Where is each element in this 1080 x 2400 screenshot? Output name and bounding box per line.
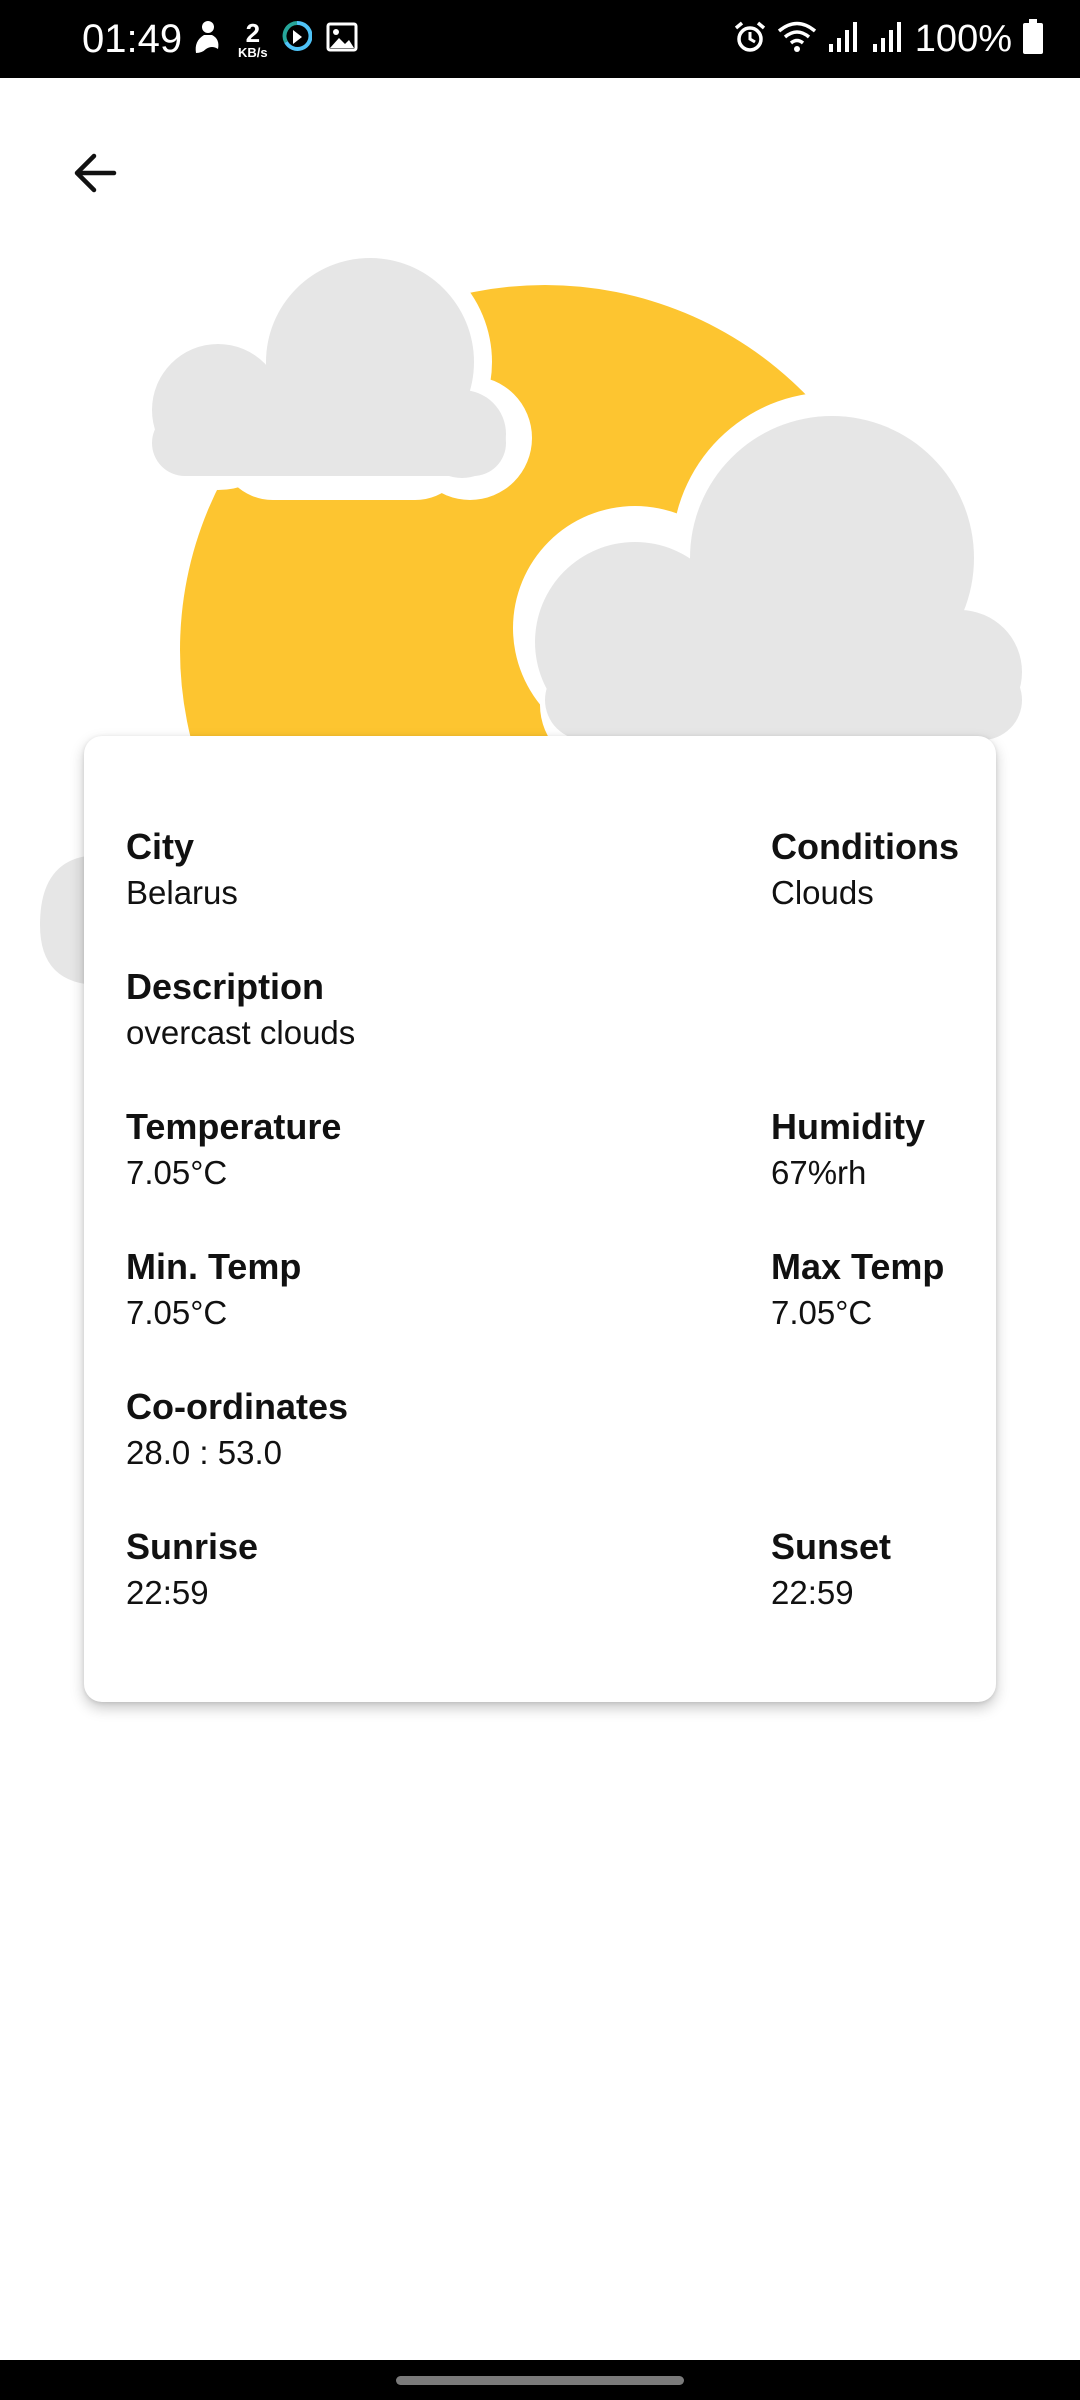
wifi-icon <box>777 20 817 59</box>
temperature-label: Temperature <box>126 1106 342 1147</box>
weather-info-card: City Belarus Conditions Clouds Descripti… <box>84 736 996 1702</box>
sunrise-value: 22:59 <box>126 1574 209 1611</box>
description-label: Description <box>126 966 325 1007</box>
status-system-icons: 100% <box>733 14 1044 64</box>
temperature-field: Temperature 7.05°C <box>126 1104 341 1196</box>
humidity-field: Humidity 67%rh <box>771 1104 925 1196</box>
sunrise-field: Sunrise 22:59 <box>126 1524 258 1616</box>
conditions-label: Conditions <box>771 826 959 867</box>
description-field: Description overcast clouds <box>126 964 355 1056</box>
coordinates-label: Co-ordinates <box>126 1386 349 1427</box>
battery-icon <box>1022 18 1044 60</box>
status-bar: 01:49 2 KB/s 100% <box>0 0 1080 78</box>
weather-detail-screen: 01:49 2 KB/s 100% City Belarus Condition… <box>0 0 1080 2400</box>
sun-behind-clouds-icon <box>40 240 1060 1015</box>
net-speed-unit: KB/s <box>238 44 268 60</box>
net-speed-value: 2 <box>245 17 261 48</box>
coordinates-field: Co-ordinates 28.0 : 53.0 <box>126 1384 348 1476</box>
humidity-label: Humidity <box>771 1106 926 1147</box>
gallery-icon <box>326 22 358 57</box>
navigation-bar <box>0 2360 1080 2400</box>
conditions-value: Clouds <box>771 874 874 911</box>
max-temp-value: 7.05°C <box>771 1294 873 1331</box>
sunset-field: Sunset 22:59 <box>771 1524 891 1616</box>
arrow-back-icon <box>70 148 120 203</box>
sunset-value: 22:59 <box>771 1574 854 1611</box>
city-value: Belarus <box>126 874 238 911</box>
signal-icon <box>871 20 905 59</box>
sync-app-icon <box>282 20 313 59</box>
home-indicator[interactable] <box>396 2376 684 2385</box>
min-temp-value: 7.05°C <box>126 1294 228 1331</box>
weather-illustration <box>0 240 1080 1015</box>
status-time: 01:49 <box>82 17 183 61</box>
max-temp-field: Max Temp 7.05°C <box>771 1244 944 1336</box>
battery-percent: 100% <box>914 18 1012 60</box>
city-field: City Belarus <box>126 824 238 916</box>
status-notification-icons: 2 KB/s <box>190 14 358 64</box>
back-button[interactable] <box>60 140 130 210</box>
city-label: City <box>126 826 195 867</box>
data-speed-icon: 2 KB/s <box>238 20 268 59</box>
signal-icon <box>827 20 861 59</box>
sunrise-label: Sunrise <box>126 1526 259 1567</box>
min-temp-label: Min. Temp <box>126 1246 302 1287</box>
notification-app-icon <box>190 19 224 60</box>
coordinates-value: 28.0 : 53.0 <box>126 1434 282 1471</box>
conditions-field: Conditions Clouds <box>771 824 959 916</box>
alarm-icon <box>733 20 767 59</box>
min-temp-field: Min. Temp 7.05°C <box>126 1244 301 1336</box>
sunset-label: Sunset <box>771 1526 892 1567</box>
humidity-value: 67%rh <box>771 1154 867 1191</box>
temperature-value: 7.05°C <box>126 1154 228 1191</box>
description-value: overcast clouds <box>126 1014 356 1051</box>
max-temp-label: Max Temp <box>771 1246 945 1287</box>
